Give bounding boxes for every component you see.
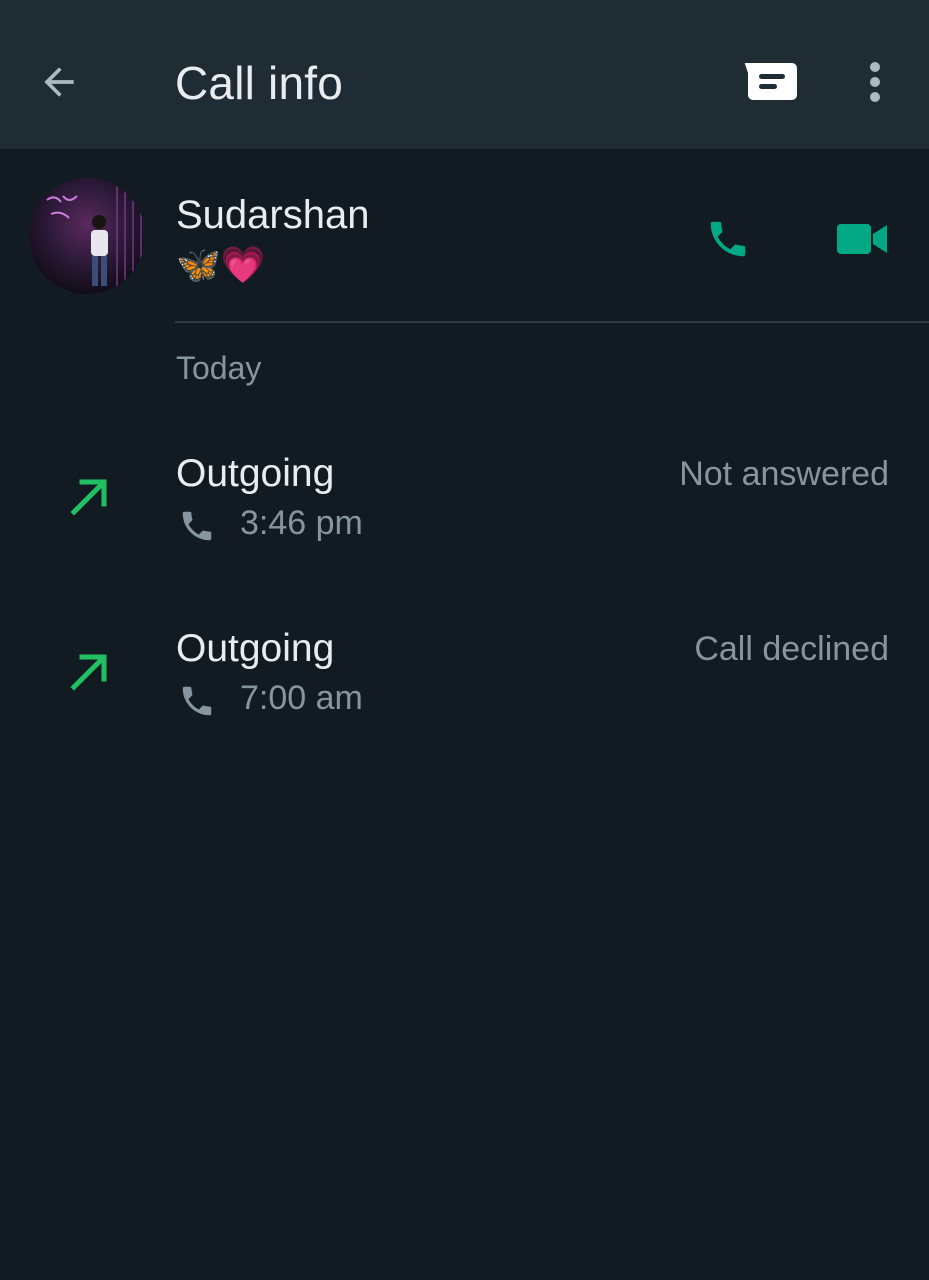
call-log-item: Outgoing 7:00 am Call declined	[0, 627, 929, 757]
phone-small-icon	[182, 686, 212, 716]
call-time: 3:46 pm	[240, 504, 363, 542]
call-time: 7:00 am	[240, 679, 363, 717]
phone-small-icon	[182, 511, 212, 541]
app-bar: Call info	[0, 0, 929, 149]
contact-header: Sudarshan 🦋💗	[0, 149, 929, 324]
call-status: Not answered	[679, 455, 889, 493]
call-type: Outgoing	[176, 452, 335, 495]
more-vert-icon	[870, 62, 880, 102]
back-button[interactable]	[24, 50, 94, 114]
message-icon	[744, 63, 797, 100]
arrow-outgoing-icon	[70, 654, 107, 691]
avatar[interactable]	[29, 178, 145, 294]
divider	[175, 321, 929, 323]
call-type: Outgoing	[176, 627, 335, 670]
videocam-icon	[837, 224, 887, 254]
video-call-button[interactable]	[830, 209, 896, 269]
message-button[interactable]	[736, 52, 806, 112]
phone-icon	[710, 221, 746, 257]
arrow-left-icon	[44, 67, 74, 97]
voice-call-button[interactable]	[696, 209, 760, 269]
more-options-button[interactable]	[850, 52, 900, 112]
page-title: Call info	[175, 57, 343, 109]
section-label-today: Today	[176, 350, 262, 386]
contact-status: 🦋💗	[176, 244, 266, 285]
contact-name: Sudarshan	[176, 193, 370, 237]
arrow-outgoing-icon	[70, 479, 107, 516]
call-status: Call declined	[694, 630, 889, 668]
call-log-item: Outgoing 3:46 pm Not answered	[0, 452, 929, 582]
